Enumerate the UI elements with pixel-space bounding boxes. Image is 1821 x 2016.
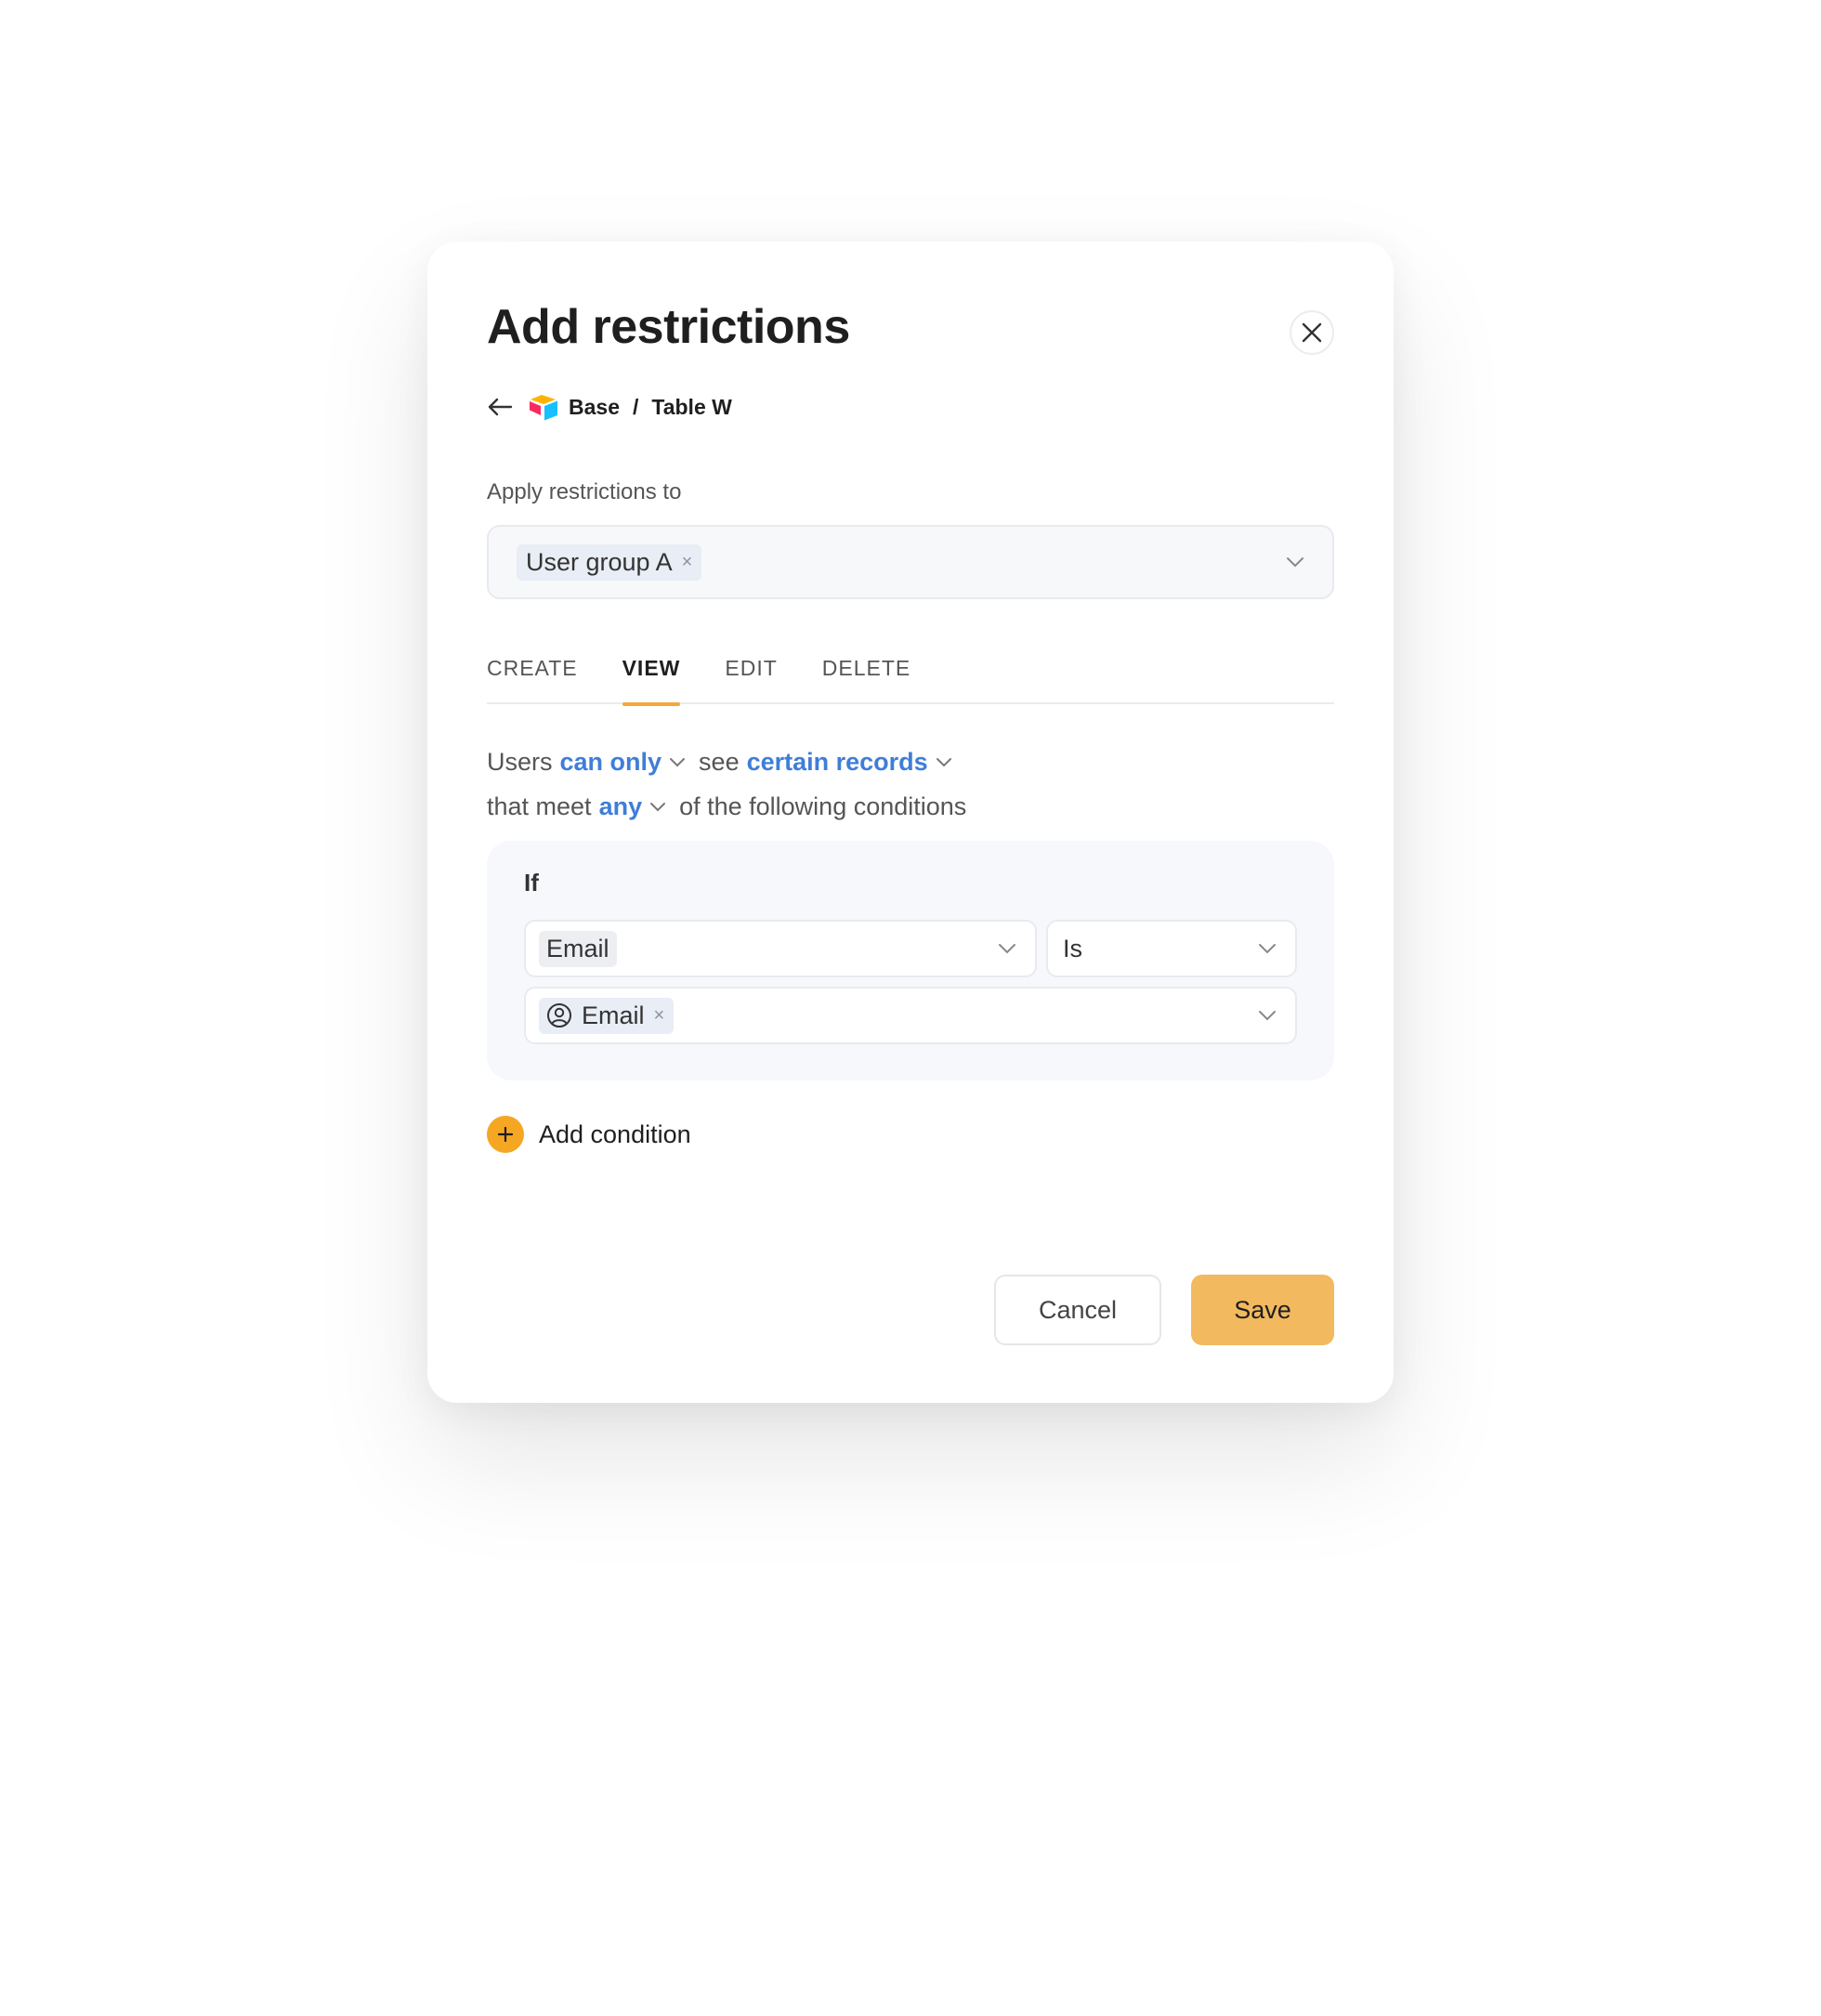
close-icon — [1302, 322, 1322, 343]
condition-field-value: Email — [539, 930, 617, 967]
chevron-down-icon — [650, 802, 666, 811]
chevron-down-icon — [998, 943, 1016, 954]
rule-that-meet-text: that meet — [487, 792, 592, 820]
save-button[interactable]: Save — [1191, 1275, 1334, 1345]
apply-restrictions-label: Apply restrictions to — [487, 479, 682, 504]
condition-field-select[interactable]: Email — [524, 920, 1037, 977]
apply-restrictions-select[interactable]: User group A × — [487, 525, 1334, 599]
user-group-chip: User group A × — [517, 543, 702, 581]
rule-suffix-text: of the following conditions — [679, 792, 967, 820]
tab-delete[interactable]: DELETE — [822, 650, 910, 704]
add-condition-button[interactable]: Add condition — [487, 1115, 691, 1154]
breadcrumb-table[interactable]: Table W — [651, 395, 731, 420]
close-button[interactable] — [1290, 310, 1334, 355]
condition-operator-value: Is — [1063, 934, 1083, 962]
rule-sentence-line-2: that meet any of the following condition… — [487, 788, 966, 825]
chevron-down-icon — [1286, 556, 1304, 568]
scope-dropdown[interactable]: certain records — [747, 748, 952, 777]
rule-users-text: Users — [487, 747, 553, 776]
match-dropdown[interactable]: any — [599, 792, 667, 821]
cancel-button[interactable]: Cancel — [994, 1275, 1161, 1345]
remove-chip-icon[interactable]: × — [654, 1005, 665, 1027]
plus-icon — [487, 1116, 524, 1153]
condition-value-label: Email — [582, 1001, 645, 1029]
add-restrictions-modal: Add restrictions Base / Table W Apply re… — [427, 242, 1394, 1403]
chevron-down-icon — [670, 757, 686, 766]
condition-operator-select[interactable]: Is — [1046, 920, 1297, 977]
permission-dropdown[interactable]: can only — [560, 748, 687, 777]
remove-chip-icon[interactable]: × — [682, 552, 693, 573]
chevron-down-icon — [1258, 1010, 1277, 1021]
condition-value-chip: Email × — [539, 997, 675, 1034]
condition-value-select[interactable]: Email × — [524, 987, 1297, 1044]
condition-if-label: If — [524, 869, 539, 897]
back-button[interactable] — [487, 397, 513, 417]
arrow-left-icon — [488, 398, 513, 416]
user-group-chip-label: User group A — [526, 547, 673, 576]
permission-tabs: CREATE VIEW EDIT DELETE — [487, 650, 1334, 706]
breadcrumb-separator: / — [632, 394, 639, 419]
match-value: any — [598, 792, 643, 820]
add-condition-label: Add condition — [539, 1119, 691, 1148]
breadcrumb: Base / Table W — [487, 390, 732, 424]
permission-value: can only — [559, 747, 662, 776]
tab-view[interactable]: VIEW — [622, 650, 681, 706]
chevron-down-icon — [1258, 943, 1277, 954]
user-circle-icon — [547, 1003, 571, 1028]
tab-create[interactable]: CREATE — [487, 650, 578, 704]
rule-see-text: see — [699, 747, 740, 776]
breadcrumb-base[interactable]: Base — [569, 395, 620, 420]
condition-group: If Email Is Email × — [487, 841, 1334, 1080]
tab-edit[interactable]: EDIT — [725, 650, 777, 704]
modal-title: Add restrictions — [487, 300, 850, 354]
rule-sentence-line-1: Users can only see certain records — [487, 743, 952, 780]
airtable-logo-icon — [530, 395, 557, 421]
scope-value: certain records — [746, 747, 928, 776]
chevron-down-icon — [936, 757, 951, 766]
